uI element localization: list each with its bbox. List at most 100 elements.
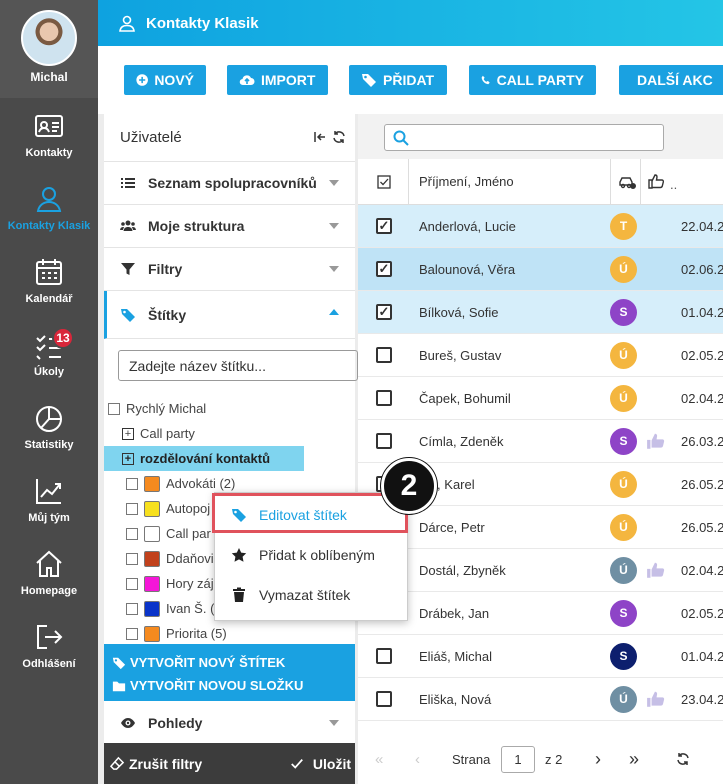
nav-item-homepage[interactable]: Homepage xyxy=(0,536,98,609)
save-filters-button[interactable]: Uložit xyxy=(290,756,351,772)
nav-item-odhlaseni[interactable]: Odhlášení xyxy=(0,609,98,682)
clear-filters-label: Zrušit filtry xyxy=(129,755,203,772)
section-coworkers[interactable]: Seznam spolupracovníků xyxy=(104,162,355,205)
contact-name[interactable]: Dárce, Petr xyxy=(419,520,485,535)
first-page-icon[interactable]: « xyxy=(375,751,383,768)
row-date: 02.06.2 xyxy=(681,261,723,277)
page-input[interactable]: 1 xyxy=(501,745,535,773)
refresh-icon[interactable] xyxy=(332,130,346,144)
table-row[interactable]: Eliáš, Michal S 01.04.2 xyxy=(358,635,723,678)
collapse-icon[interactable] xyxy=(313,130,327,144)
tree-checkbox[interactable] xyxy=(126,602,138,615)
nav-item-kontakty[interactable]: Kontakty xyxy=(0,98,98,171)
contact-name[interactable]: Bureš, Gustav xyxy=(419,348,501,363)
nav-item-statistiky[interactable]: Statistiky xyxy=(0,390,98,463)
tree-checkbox[interactable] xyxy=(126,527,138,540)
tree-checkbox[interactable] xyxy=(126,627,138,640)
star-icon xyxy=(231,548,247,562)
new-button[interactable]: NOVÝ xyxy=(124,65,206,95)
select-all-checkbox[interactable] xyxy=(377,175,391,189)
tree-folder-rozdelovani[interactable]: + rozdělování kontaktů xyxy=(104,446,304,471)
status-badge: S xyxy=(610,642,637,670)
call-party-button[interactable]: CALL PARTY xyxy=(469,65,596,95)
tree-checkbox[interactable] xyxy=(126,552,138,565)
tree-folder-call-party[interactable]: + Call party xyxy=(104,421,355,446)
color-swatch xyxy=(144,475,160,492)
nav-item-kalendar[interactable]: Kalendář xyxy=(0,244,98,317)
next-page-icon[interactable]: › xyxy=(595,749,601,770)
car-icon[interactable] xyxy=(618,174,636,190)
section-structure[interactable]: Moje struktura xyxy=(104,205,355,248)
create-tag-button[interactable]: VYTVOŘIT NOVÝ ŠTÍTEK xyxy=(112,651,355,674)
table-row[interactable]: ✓ Anderlová, Lucie T 22.04.2 xyxy=(358,205,723,248)
favorite-menu-item[interactable]: Přidat k oblíbeným xyxy=(215,535,409,575)
add-tag-button[interactable]: PŘIDAT xyxy=(349,65,447,95)
row-checkbox[interactable]: ✓ xyxy=(376,218,392,234)
nav-item-ukoly[interactable]: Úkoly 13 xyxy=(0,317,98,390)
contact-name[interactable]: Címla, Zdeněk xyxy=(419,434,504,449)
tag-search-input[interactable]: Zadejte název štítku... xyxy=(118,350,358,381)
refresh-icon[interactable] xyxy=(676,752,690,766)
create-folder-button[interactable]: VYTVOŘIT NOVOU SLOŽKU xyxy=(112,674,355,697)
status-badge: S xyxy=(610,599,637,627)
contact-search-input[interactable] xyxy=(384,124,664,151)
contacts-table-area: Příjmení, Jméno .. ✓ Anderlová, Lucie T 22.… xyxy=(358,114,723,784)
row-checkbox[interactable] xyxy=(376,347,392,363)
table-row[interactable]: Címla, Zdeněk S 26.03.2 xyxy=(358,420,723,463)
column-divider xyxy=(640,159,641,205)
table-row[interactable]: Čapek, Bohumil Ú 02.04.2 xyxy=(358,377,723,420)
nav-item-kontakty-klasik[interactable]: Kontakty Klasik xyxy=(0,171,98,244)
expand-icon[interactable]: + xyxy=(122,452,134,465)
column-divider xyxy=(408,159,409,205)
chevron-down-icon xyxy=(329,223,339,229)
more-actions-button[interactable]: DALŠÍ AKC xyxy=(619,65,723,95)
row-checkbox[interactable]: ✓ xyxy=(376,261,392,277)
section-label: Štítky xyxy=(148,306,187,323)
column-header-name[interactable]: Příjmení, Jméno xyxy=(419,174,514,189)
delete-tag-menu-item[interactable]: Vymazat štítek xyxy=(215,575,409,615)
row-checkbox[interactable] xyxy=(376,648,392,664)
row-checkbox[interactable] xyxy=(376,433,392,449)
table-row[interactable]: Dostál, Zbyněk Ú 02.04.2 xyxy=(358,549,723,592)
section-tags[interactable]: Štítky xyxy=(104,291,355,339)
last-page-icon[interactable]: » xyxy=(629,749,639,770)
step-number-badge: 2 xyxy=(381,458,437,514)
nav-item-muj-tym[interactable]: Můj tým xyxy=(0,463,98,536)
home-icon xyxy=(36,550,62,577)
tree-checkbox[interactable] xyxy=(126,477,138,490)
table-row[interactable]: Bureš, Gustav Ú 02.05.2 xyxy=(358,334,723,377)
import-button[interactable]: IMPORT xyxy=(227,65,328,95)
contact-name[interactable]: Bílková, Sofie xyxy=(419,305,499,320)
table-row[interactable]: ✓ Balounová, Věra Ú 02.06.2 xyxy=(358,248,723,291)
thumbs-up-icon xyxy=(647,433,665,449)
trash-icon xyxy=(233,587,245,602)
contact-name[interactable]: Eliška, Nová xyxy=(419,692,491,707)
contact-name[interactable]: Balounová, Věra xyxy=(419,262,515,277)
contact-name[interactable]: Čapek, Bohumil xyxy=(419,391,511,406)
table-row[interactable]: Drábek, Jan S 02.05.2 xyxy=(358,592,723,635)
row-checkbox[interactable]: ✓ xyxy=(376,304,392,320)
tree-checkbox[interactable] xyxy=(126,577,138,590)
avatar[interactable] xyxy=(21,10,77,66)
prev-page-icon[interactable]: ‹ xyxy=(415,751,420,768)
tree-checkbox[interactable] xyxy=(126,502,138,515)
contact-name[interactable]: Dostál, Zbyněk xyxy=(419,563,506,578)
tree-checkbox[interactable] xyxy=(108,402,120,415)
table-row[interactable]: ✓ Bílková, Sofie S 01.04.2 xyxy=(358,291,723,334)
row-checkbox[interactable] xyxy=(376,390,392,406)
contact-name[interactable]: Drábek, Jan xyxy=(419,606,489,621)
section-filters[interactable]: Filtry xyxy=(104,248,355,291)
contact-name[interactable]: Eliáš, Michal xyxy=(419,649,492,664)
user-profile[interactable]: Michal xyxy=(0,0,98,98)
color-swatch xyxy=(144,500,160,517)
row-date: 22.04.2 xyxy=(681,218,723,234)
clear-filters-button[interactable]: Zrušit filtry xyxy=(110,756,202,772)
tree-tag-item[interactable]: Priorita (5) xyxy=(104,621,355,646)
thumbs-up-icon[interactable] xyxy=(648,173,666,189)
section-views[interactable]: Pohledy xyxy=(104,702,355,744)
row-checkbox[interactable] xyxy=(376,691,392,707)
expand-icon[interactable]: + xyxy=(122,427,134,440)
tree-root[interactable]: Rychlý Michal xyxy=(104,396,355,421)
table-row[interactable]: Eliška, Nová Ú 23.04.2 xyxy=(358,678,723,721)
contact-name[interactable]: Anderlová, Lucie xyxy=(419,219,516,234)
